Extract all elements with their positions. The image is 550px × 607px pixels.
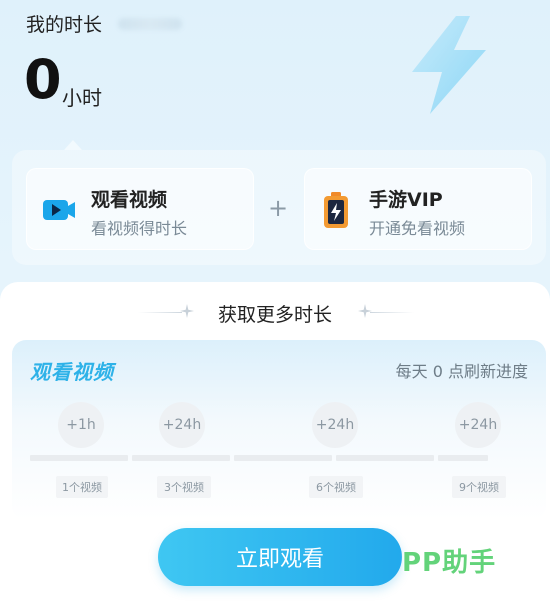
- progress-segment: [234, 455, 332, 461]
- refresh-note: 每天 0 点刷新进度: [395, 362, 528, 381]
- section-title: 获取更多时长: [217, 304, 332, 326]
- milestone-reward: +24h: [312, 402, 358, 448]
- progress-segment: [30, 455, 128, 461]
- option-title: 观看视频: [91, 189, 168, 211]
- blurred-username: [118, 18, 182, 30]
- option-title: 手游VIP: [369, 189, 443, 211]
- sparkle-icon: [358, 304, 372, 318]
- option-subtitle: 开通免看视频: [369, 219, 466, 238]
- option-subtitle: 看视频得时长: [91, 219, 188, 238]
- watch-card-label: 观看视频: [30, 360, 114, 384]
- progress-segment: [132, 455, 230, 461]
- pp-assistant-watermark: PP助手: [402, 548, 497, 578]
- watch-now-button[interactable]: 立即观看: [158, 528, 402, 586]
- progress-segment: [336, 455, 434, 461]
- milestone-reward: +1h: [58, 402, 104, 448]
- divider-line: [370, 312, 414, 313]
- milestone-requirement: 9个视频: [452, 476, 506, 498]
- hours-unit: 小时: [62, 86, 102, 110]
- progress-segment: [438, 455, 488, 461]
- battery-bolt-icon: [324, 192, 348, 228]
- pointer-caret: [64, 140, 82, 150]
- milestone-requirement: 6个视频: [309, 476, 363, 498]
- watch-video-option[interactable]: 观看视频 看视频得时长: [26, 168, 254, 250]
- video-camera-icon: [43, 200, 75, 220]
- milestone-requirement: 1个视频: [56, 476, 108, 498]
- plus-icon: +: [268, 194, 289, 222]
- milestone-reward: +24h: [455, 402, 501, 448]
- hours-value: 0: [24, 48, 62, 111]
- game-vip-option[interactable]: 手游VIP 开通免看视频: [304, 168, 532, 250]
- lightning-bolt-icon: [412, 16, 486, 114]
- page-title: 我的时长: [26, 14, 103, 36]
- milestone-reward: +24h: [159, 402, 205, 448]
- milestone-requirement: 3个视频: [157, 476, 211, 498]
